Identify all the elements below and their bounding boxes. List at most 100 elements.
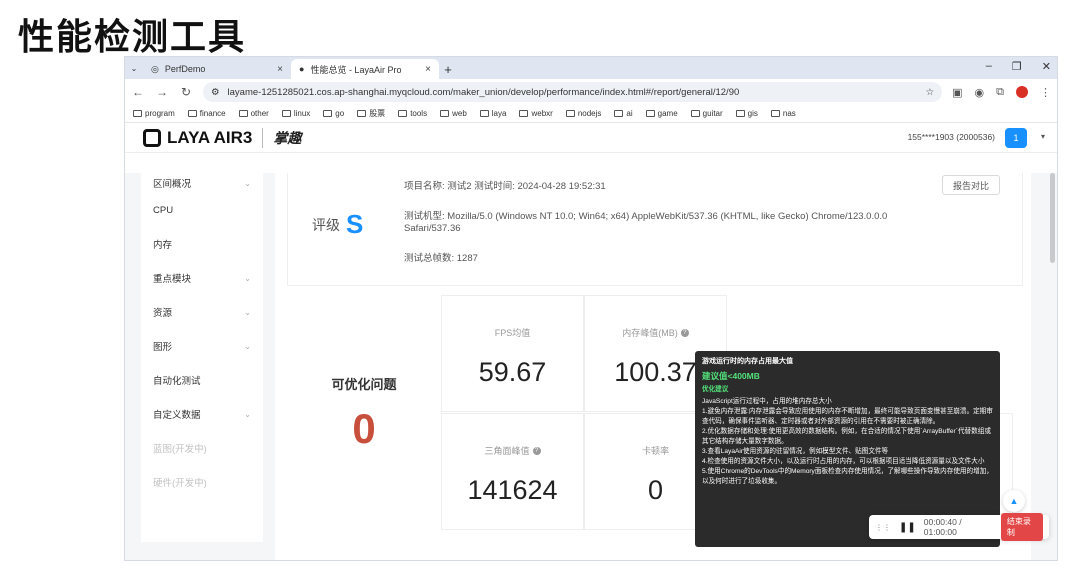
bookmark-item[interactable]: program [133,109,175,118]
tooltip-line: 2.优化数据存储和处理:使用更高效的数据结构。例如，在合适的情况下使用`Arra… [702,428,991,445]
metric-value: 0 [647,475,664,505]
extensions-puzzle-icon[interactable]: ⧉ [996,86,1004,99]
bookmark-label: web [452,109,467,118]
metric-label: 三角面峰值? [484,444,541,457]
metric-label: 内存峰值(MB)? [622,326,689,339]
folder-icon [323,110,333,117]
folder-icon [398,110,408,117]
chevron-down-icon[interactable]: ▾ [1041,132,1045,141]
metric-card: 三角面峰值? 141624 [441,413,584,530]
scroll-to-top-button[interactable]: ▲ [1003,490,1025,512]
stop-recording-button[interactable]: 结束录制 [1000,513,1043,541]
address-bar[interactable]: ⚙ layame-1251285021.cos.ap-shanghai.myqc… [203,82,943,102]
bookmark-label: ai [626,109,633,118]
laya-logo: LAYA AIR3 [143,128,252,148]
tooltip-subtitle: 优化建议 [702,386,729,393]
bookmark-item[interactable]: tools [398,109,427,118]
tab-search-icon[interactable]: ⌄ [125,57,143,79]
bookmark-item[interactable]: finance [187,109,226,118]
bookmark-item[interactable]: linux [281,109,310,118]
restore-icon[interactable]: ❐ [1012,60,1022,73]
bookmarks-bar: program finance other linux go 股票 tools web laya… [125,105,1057,123]
metric-label-text: 内存峰值(MB) [622,328,678,338]
optimizable-issues: 可优化问题 0 [287,295,441,531]
help-icon[interactable]: ? [532,446,541,455]
bookmark-label: gis [747,109,758,118]
bookmark-item[interactable]: game [645,109,678,118]
tab-label: 性能总览 - LayaAir Pro [310,64,402,75]
sidebar-item[interactable]: 资源 ⌄ [141,295,263,329]
metric-label: 卡顿率 [642,444,669,457]
folder-icon [645,110,655,117]
bookmark-label: tools [410,109,428,118]
sidebar-item-label: 图形 [153,342,173,353]
drag-handle-icon[interactable]: ⋮⋮ [875,523,891,532]
chevron-down-icon: ⌄ [244,341,251,351]
profile-icon[interactable] [1016,86,1028,98]
folder-icon [238,110,248,117]
report-details: 项目名称: 测试2 测试时间: 2024-04-28 19:52:31 测试机型… [404,173,934,265]
sidebar-item[interactable]: 自定义数据 ⌄ [141,397,263,431]
folder-icon [440,110,450,117]
bookmark-label: other [250,109,269,118]
tooltip-recommend: 建议值<400MB [702,371,760,381]
reload-icon[interactable]: ↻ [179,85,193,99]
bookmark-item[interactable]: other [238,109,269,118]
new-tab-button[interactable]: + [439,59,457,79]
folder-icon [565,110,575,117]
sidebar-item[interactable]: 重点模块 ⌄ [141,261,263,295]
user-avatar[interactable]: 1 [1005,128,1027,148]
folder-icon [133,110,142,117]
metric-label-text: 卡顿率 [641,446,669,456]
metric-value: 100.37 [614,357,697,387]
extension-icon[interactable]: ▣ [952,86,962,99]
more-menu-icon[interactable]: ⋮ [1040,86,1051,99]
tooltip-line: 1.避免内存泄露:内存泄露会导致应用使用的内存不断增加，最终可能导致页面变慢甚至… [702,408,993,425]
bookmark-item[interactable]: laya [479,109,506,118]
bookmark-label: finance [199,109,226,118]
bookmark-star-icon[interactable]: ☆ [926,87,935,98]
sidebar-item-label: 自定义数据 [153,410,201,421]
bookmark-item[interactable]: ai [614,109,633,118]
tooltip-line: 5.使用Chrome的DevTools中的Memory面板检查内存使用情况，了解… [702,468,993,485]
sidebar-item-label: 重点模块 [153,274,192,285]
browser-tab-perf-overview[interactable]: ● 性能总览 - LayaAir Pro × [291,59,439,79]
metric-value: 59.67 [478,357,547,387]
bookmark-item[interactable]: guitar [690,109,723,118]
bookmark-item[interactable]: go [323,109,344,118]
sidebar-item[interactable]: CPU [141,193,263,227]
metric-label-text: FPS均值 [494,328,531,338]
help-icon[interactable]: ? [680,328,689,337]
sidebar-item[interactable]: 内存 [141,227,263,261]
extension-icon[interactable]: ◉ [975,86,985,99]
back-icon[interactable]: ← [131,85,145,99]
tab-close-icon[interactable]: × [425,64,431,75]
close-window-icon[interactable]: ✕ [1042,60,1051,73]
bookmark-item[interactable]: webxr [519,109,553,118]
metric-label: FPS均值 [495,326,531,339]
bookmark-item[interactable]: nodejs [565,109,601,118]
browser-window: ⌄ ◎ PerfDemo × ● 性能总览 - LayaAir Pro × + … [124,56,1058,561]
sidebar-item: 蓝图(开发中) [141,431,263,465]
forward-icon[interactable]: → [155,85,169,99]
device-info: 测试机型: Mozilla/5.0 (Windows NT 10.0; Win6… [404,211,888,234]
optimizable-issues-label: 可优化问题 [331,376,397,392]
pause-icon[interactable]: ❚❚ [899,522,916,533]
window-controls: – ❐ ✕ [986,60,1051,73]
minimize-icon[interactable]: – [986,60,992,73]
site-info-icon[interactable]: ⚙ [211,87,220,98]
laya-logo-text: LAYA AIR3 [167,127,253,147]
sidebar-item[interactable]: 区间概况 ⌄ [141,173,263,193]
bookmark-item[interactable]: nas [770,109,796,118]
metric-value: 141624 [467,475,558,505]
sidebar-item[interactable]: 图形 ⌄ [141,329,263,363]
bookmark-item[interactable]: 股票 [357,108,385,119]
tab-close-icon[interactable]: × [277,64,283,75]
sidebar-item[interactable]: 自动化测试 [141,363,263,397]
browser-tab-perfdemo[interactable]: ◎ PerfDemo × [143,59,291,79]
recorder-bar: ⋮⋮ ❚❚ 00:00:40 / 01:00:00 结束录制 [869,513,1049,541]
scrollbar[interactable] [1050,173,1055,263]
bookmark-item[interactable]: gis [735,109,758,118]
compare-report-button[interactable]: 报告对比 [942,175,1000,195]
bookmark-item[interactable]: web [440,109,467,118]
